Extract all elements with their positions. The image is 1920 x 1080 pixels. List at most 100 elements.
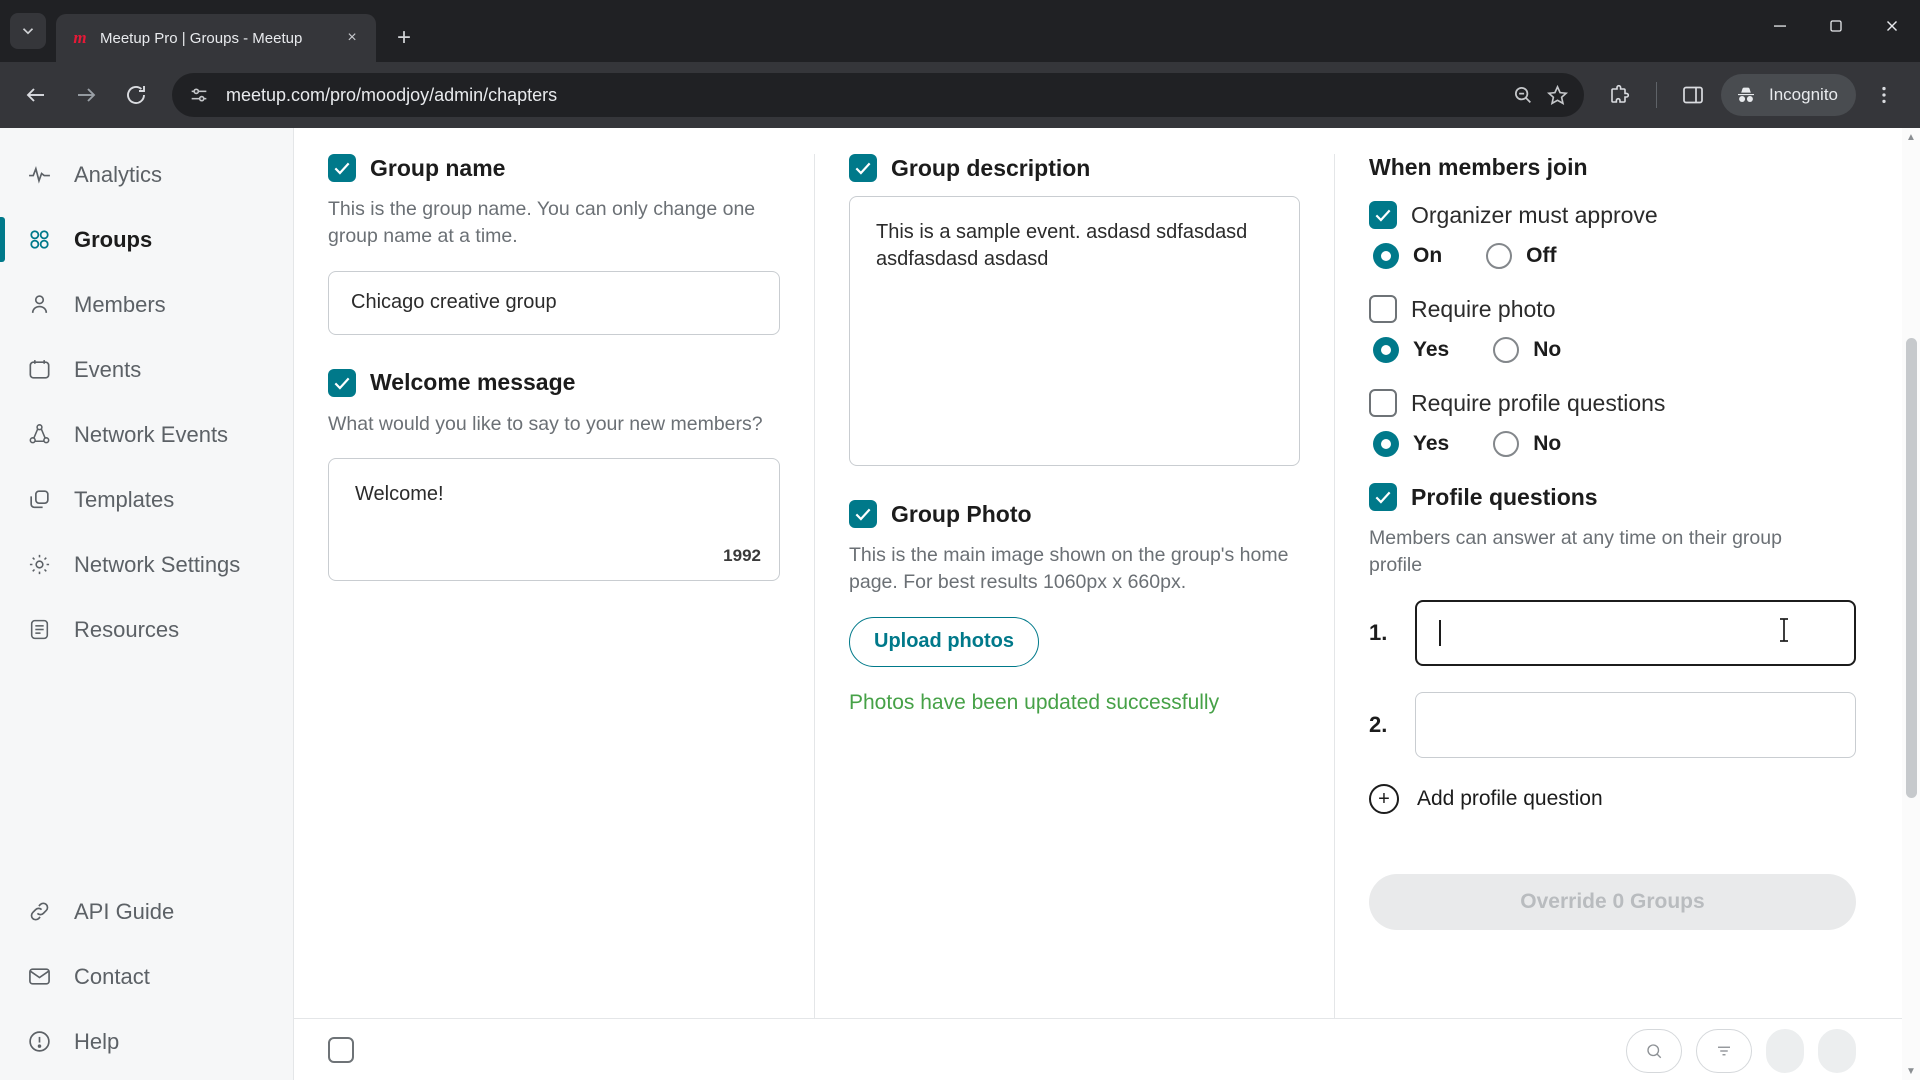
- left-sidebar: Analytics Groups Members Events Network: [0, 128, 293, 1080]
- welcome-message-section: Welcome message What would you like to s…: [328, 368, 780, 581]
- sidebar-item-api-guide[interactable]: API Guide: [0, 879, 293, 944]
- tab-search-icon[interactable]: [10, 13, 46, 49]
- extensions-icon[interactable]: [1598, 73, 1642, 117]
- group-name-input[interactable]: Chicago creative group: [328, 270, 780, 335]
- sidebar-item-label: Members: [74, 291, 166, 317]
- new-tab-button[interactable]: +: [384, 18, 424, 58]
- group-name-checkbox[interactable]: [328, 154, 356, 182]
- upload-photos-button[interactable]: Upload photos: [849, 616, 1039, 667]
- minimize-icon[interactable]: [1752, 0, 1808, 52]
- profile-questions-checkbox[interactable]: [1369, 483, 1397, 511]
- profile-question-input-1[interactable]: [1415, 599, 1856, 666]
- sidebar-item-network-events[interactable]: Network Events: [0, 402, 293, 467]
- bottom-pill-four[interactable]: [1818, 1029, 1856, 1073]
- omnibox-actions: [1510, 82, 1570, 108]
- page-viewport: Analytics Groups Members Events Network: [0, 128, 1920, 1080]
- profile-questions-help: Members can answer at any time on their …: [1369, 527, 1782, 577]
- window-close-icon[interactable]: [1864, 0, 1920, 52]
- sidebar-bottom-group: API Guide Contact Help: [0, 879, 293, 1080]
- incognito-label: Incognito: [1769, 85, 1838, 104]
- chrome-menu-icon[interactable]: [1862, 73, 1906, 117]
- bookmark-star-icon[interactable]: [1544, 82, 1570, 108]
- templates-icon: [26, 487, 52, 513]
- main-content: Group name This is the group name. You c…: [293, 128, 1920, 1080]
- organizer-approve-off[interactable]: Off: [1486, 243, 1557, 269]
- override-groups-button[interactable]: Override 0 Groups: [1369, 873, 1856, 930]
- url-text: meetup.com/pro/moodjoy/admin/chapters: [226, 84, 558, 105]
- group-name-header: Group name: [328, 154, 780, 182]
- organizer-approve-header: Organizer must approve: [1369, 201, 1856, 229]
- bottom-pill-two[interactable]: [1696, 1029, 1752, 1073]
- require-photo-yes[interactable]: Yes: [1373, 337, 1449, 363]
- require-photo-radios: Yes No: [1369, 337, 1856, 363]
- require-profile-questions-no[interactable]: No: [1493, 431, 1561, 457]
- incognito-profile-button[interactable]: Incognito: [1721, 74, 1856, 116]
- radio-on-icon: [1373, 243, 1399, 269]
- radio-on-icon: [1373, 337, 1399, 363]
- sidebar-item-resources[interactable]: Resources: [0, 597, 293, 662]
- zoom-out-icon[interactable]: [1510, 82, 1536, 108]
- radio-label: Yes: [1413, 338, 1450, 361]
- groups-icon: [26, 227, 52, 253]
- profile-questions-header: Profile questions: [1369, 483, 1856, 511]
- sidebar-item-help[interactable]: Help: [0, 1009, 293, 1074]
- organizer-approve-checkbox[interactable]: [1369, 201, 1397, 229]
- column-description-photo: Group description This is a sample event…: [814, 154, 1334, 1018]
- sidebar-item-label: Network Events: [74, 421, 229, 447]
- require-photo-header: Require photo: [1369, 295, 1856, 323]
- site-settings-icon[interactable]: [186, 82, 212, 108]
- profile-question-input-2[interactable]: [1415, 691, 1856, 758]
- profile-question-number: 1.: [1369, 619, 1388, 645]
- sidebar-item-label: Events: [74, 356, 142, 382]
- sidebar-item-label: Network Settings: [74, 551, 241, 577]
- group-description-checkbox[interactable]: [849, 154, 877, 182]
- page-scrollbar[interactable]: ▲ ▼: [1902, 128, 1920, 1080]
- add-profile-question-button[interactable]: + Add profile question: [1369, 783, 1856, 814]
- sidebar-item-contact[interactable]: Contact: [0, 944, 293, 1009]
- require-photo-checkbox[interactable]: [1369, 295, 1397, 323]
- side-panel-icon[interactable]: [1671, 73, 1715, 117]
- bottom-pill-three[interactable]: [1766, 1029, 1804, 1073]
- group-description-textarea[interactable]: This is a sample event. asdasd sdfasdasd…: [849, 196, 1300, 466]
- require-profile-questions-checkbox[interactable]: [1369, 389, 1397, 417]
- require-photo-label: Require photo: [1411, 295, 1556, 322]
- welcome-message-counter: 1992: [723, 545, 761, 565]
- bottom-checkbox[interactable]: [328, 1037, 354, 1063]
- sidebar-item-analytics[interactable]: Analytics: [0, 142, 293, 207]
- bottom-panel-strip: [293, 1018, 1902, 1080]
- browser-tab[interactable]: m Meetup Pro | Groups - Meetup ×: [56, 14, 376, 62]
- sidebar-item-label: Contact: [74, 963, 150, 989]
- sidebar-item-groups[interactable]: Groups: [0, 207, 293, 272]
- welcome-message-textarea[interactable]: Welcome! 1992: [328, 457, 780, 581]
- column-group-basics: Group name This is the group name. You c…: [294, 154, 814, 1018]
- require-photo-no[interactable]: No: [1493, 337, 1561, 363]
- window-controls: [1752, 0, 1920, 52]
- forward-icon[interactable]: [64, 73, 108, 117]
- radio-off-icon: [1486, 243, 1513, 269]
- bottom-pill-one[interactable]: [1626, 1029, 1682, 1073]
- resources-icon: [26, 617, 52, 643]
- organizer-approve-on[interactable]: On: [1373, 243, 1442, 269]
- sidebar-item-network-settings[interactable]: Network Settings: [0, 532, 293, 597]
- maximize-icon[interactable]: [1808, 0, 1864, 52]
- group-photo-checkbox[interactable]: [849, 500, 877, 528]
- group-photo-label: Group Photo: [891, 500, 1032, 527]
- reload-icon[interactable]: [114, 73, 158, 117]
- scrollbar-thumb[interactable]: [1906, 338, 1917, 798]
- welcome-message-checkbox[interactable]: [328, 368, 356, 397]
- close-icon[interactable]: ×: [340, 26, 364, 50]
- omnibox[interactable]: meetup.com/pro/moodjoy/admin/chapters: [172, 73, 1584, 117]
- group-photo-header: Group Photo: [849, 500, 1300, 528]
- sidebar-item-members[interactable]: Members: [0, 272, 293, 337]
- sidebar-item-label: Resources: [74, 616, 180, 642]
- require-profile-questions-yes[interactable]: Yes: [1373, 431, 1449, 457]
- sidebar-item-templates[interactable]: Templates: [0, 467, 293, 532]
- back-icon[interactable]: [14, 73, 58, 117]
- scroll-down-arrow-icon[interactable]: ▼: [1902, 1062, 1920, 1080]
- photo-status-message: Photos have been updated successfully: [849, 690, 1220, 714]
- plus-icon: +: [1369, 783, 1399, 814]
- toolbar-divider: [1656, 82, 1657, 108]
- settings-card: Group name This is the group name. You c…: [293, 128, 1902, 1018]
- scroll-up-arrow-icon[interactable]: ▲: [1902, 128, 1920, 146]
- sidebar-item-events[interactable]: Events: [0, 337, 293, 402]
